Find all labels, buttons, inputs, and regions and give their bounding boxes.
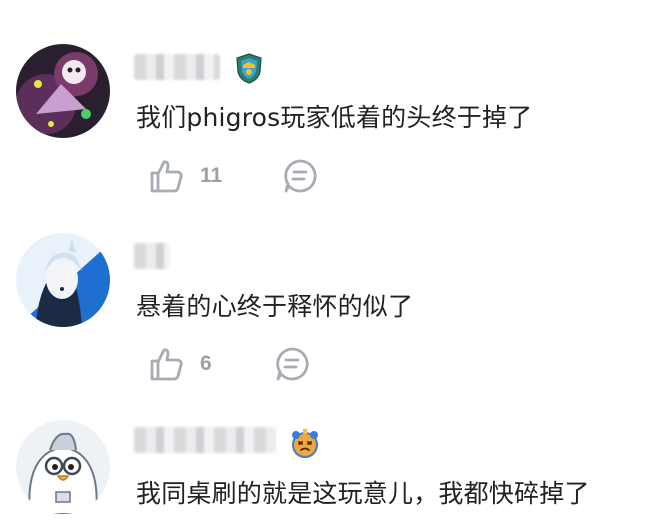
comment-item: 我同桌刷的就是这玩意儿，我都快碎掉了 — [0, 0, 654, 532]
comment-text: 我同桌刷的就是这玩意儿，我都快碎掉了 — [136, 479, 590, 508]
bear-face-badge-icon — [290, 427, 320, 459]
username-blurred[interactable] — [134, 427, 276, 453]
user-avatar[interactable] — [16, 420, 110, 514]
bird-cartoon-avatar-icon — [16, 420, 110, 514]
